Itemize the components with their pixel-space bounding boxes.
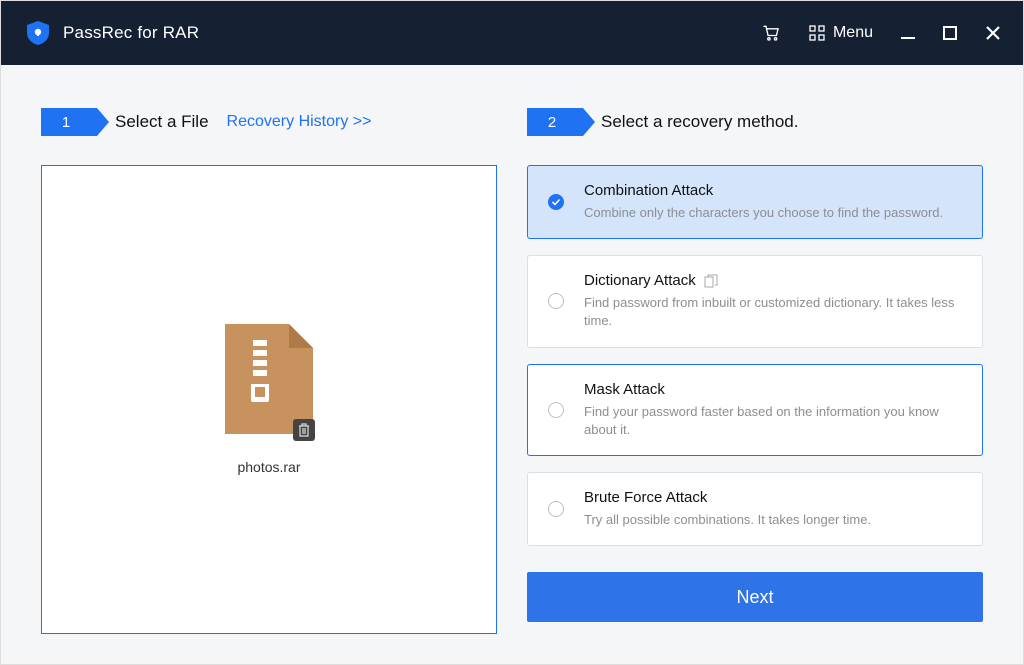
method-desc: Try all possible combinations. It takes … [584,511,964,529]
method-title: Mask Attack [584,381,964,398]
menu-button[interactable]: Menu [809,24,873,42]
radio-icon [548,501,564,517]
archive-file-icon [225,324,313,434]
maximize-button[interactable] [943,26,957,40]
shield-icon [27,21,49,45]
step-2-column: 2 Select a recovery method. Combination … [527,105,983,634]
step-1-number: 1 [62,114,70,131]
close-button[interactable] [985,25,1001,41]
step-2-title: Select a recovery method. [601,112,798,132]
recovery-history-link[interactable]: Recovery History >> [227,113,372,131]
minimize-button[interactable] [901,26,915,40]
step-1-badge: 1 [41,108,97,136]
next-button[interactable]: Next [527,572,983,622]
method-dictionary[interactable]: Dictionary Attack Find password from inb… [527,255,983,347]
method-title: Brute Force Attack [584,489,964,506]
method-desc: Find password from inbuilt or customized… [584,294,964,330]
app-title: PassRec for RAR [63,23,199,43]
radio-selected-icon [548,194,564,210]
method-combination[interactable]: Combination Attack Combine only the char… [527,165,983,239]
step-2-badge: 2 [527,108,583,136]
radio-icon [548,402,564,418]
method-desc: Combine only the characters you choose t… [584,204,964,222]
trash-icon [298,423,310,437]
method-desc: Find your password faster based on the i… [584,403,964,439]
selected-file [225,324,313,439]
method-mask[interactable]: Mask Attack Find your password faster ba… [527,364,983,456]
step-1-title: Select a File [115,112,209,132]
step-2-number: 2 [548,114,556,131]
menu-grid-icon [809,25,825,41]
remove-file-button[interactable] [293,419,315,441]
method-brute-force[interactable]: Brute Force Attack Try all possible comb… [527,472,983,546]
titlebar: PassRec for RAR Menu [1,1,1023,65]
step-1-column: 1 Select a File Recovery History >> [41,105,497,634]
menu-label: Menu [833,24,873,42]
copy-icon [704,274,718,288]
selected-filename: photos.rar [237,459,300,475]
method-title: Combination Attack [584,182,964,199]
method-title: Dictionary Attack [584,272,696,289]
radio-icon [548,293,564,309]
cart-icon[interactable] [761,23,781,43]
file-drop-panel[interactable]: photos.rar [41,165,497,634]
